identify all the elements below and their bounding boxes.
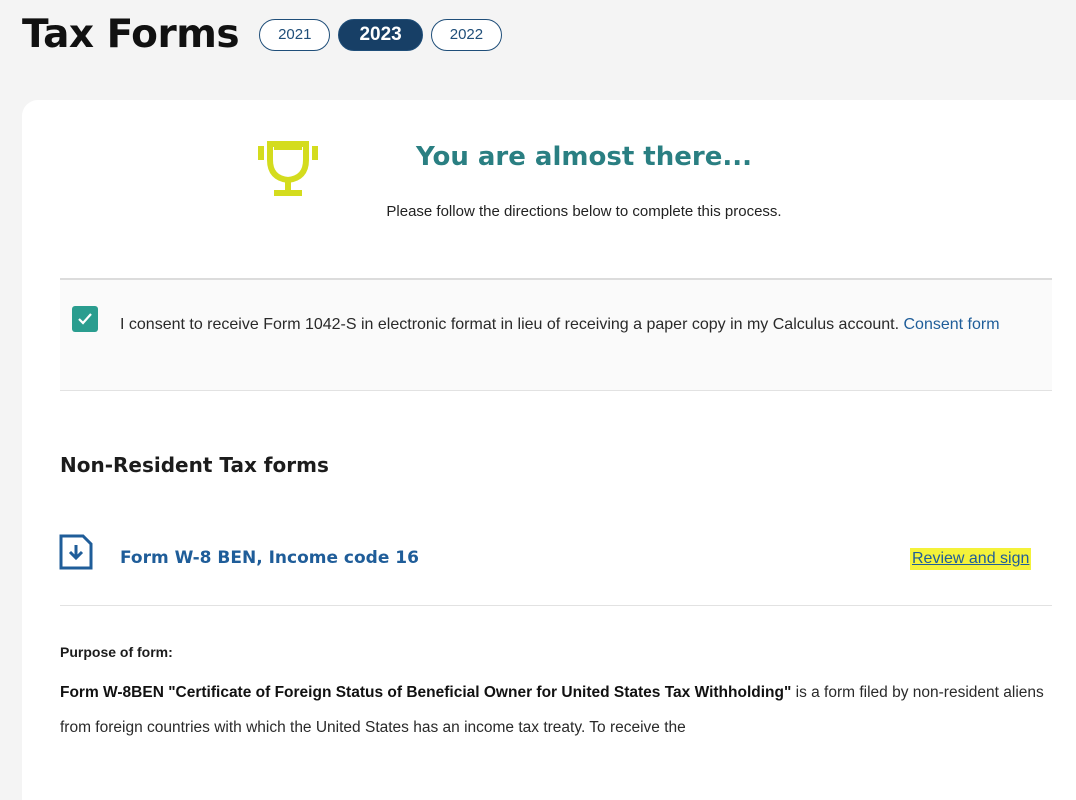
- year-tab-2023[interactable]: 2023: [338, 18, 423, 51]
- year-tab-2022[interactable]: 2022: [430, 18, 503, 51]
- hero-title: You are almost there...: [416, 142, 752, 172]
- consent-statement: I consent to receive Form 1042-S in elec…: [120, 316, 900, 333]
- purpose-text: Form W-8BEN "Certificate of Foreign Stat…: [60, 675, 1060, 745]
- form-name-link[interactable]: Form W-8 BEN, Income code 16: [120, 548, 419, 568]
- document-download-icon[interactable]: [59, 534, 93, 570]
- year-tab-2021[interactable]: 2021: [259, 18, 331, 51]
- purpose-form-name: Form W-8BEN "Certificate of Foreign Stat…: [60, 684, 792, 701]
- page-header: Tax Forms 2021 2023 2022: [22, 12, 503, 57]
- consent-text: I consent to receive Form 1042-S in elec…: [72, 308, 1002, 342]
- tax-forms-card: You are almost there... Please follow th…: [22, 100, 1076, 800]
- hero-banner: You are almost there... Please follow th…: [22, 100, 1076, 278]
- divider: [60, 390, 1052, 391]
- purpose-label: Purpose of form:: [60, 644, 173, 660]
- consent-row: I consent to receive Form 1042-S in elec…: [60, 280, 1052, 390]
- page-title: Tax Forms: [22, 12, 240, 57]
- section-title: Non-Resident Tax forms: [60, 453, 329, 477]
- consent-form-link[interactable]: Consent form: [904, 316, 1000, 333]
- hero-subtitle: Please follow the directions below to co…: [386, 203, 782, 220]
- divider: [60, 605, 1052, 606]
- review-and-sign-link[interactable]: Review and sign: [910, 548, 1032, 570]
